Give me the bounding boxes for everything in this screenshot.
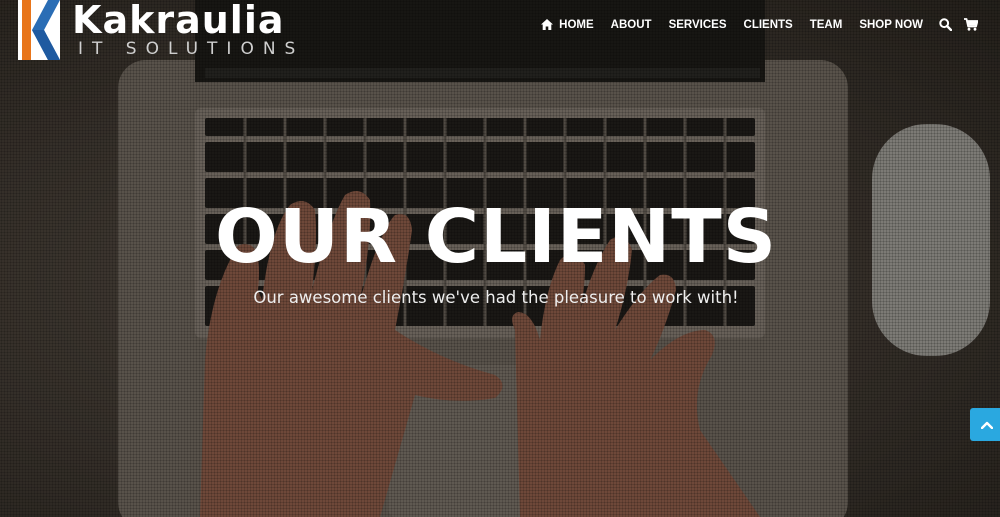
nav-services-label: SERVICES	[668, 18, 727, 31]
nav-shop-now-label: SHOP NOW	[859, 18, 923, 31]
logo-name: Kakraulia	[72, 0, 285, 42]
nav-about[interactable]: ABOUT	[611, 19, 652, 31]
nav-clients-label: CLIENTS	[743, 18, 793, 31]
main-nav: HOME ABOUT SERVICES CLIENTS TEAM SHOP NO…	[541, 18, 978, 31]
scroll-to-top-button[interactable]	[970, 408, 1000, 441]
logo-tagline: IT SOLUTIONS	[78, 39, 305, 59]
logo-mark-icon	[18, 0, 60, 60]
search-button[interactable]	[939, 18, 952, 31]
page-subtitle: Our awesome clients we've had the pleasu…	[253, 288, 739, 307]
chevron-up-icon	[981, 421, 993, 429]
home-icon	[541, 19, 554, 30]
logo[interactable]: Kakraulia IT SOLUTIONS	[18, 0, 304, 60]
nav-clients[interactable]: CLIENTS	[744, 19, 793, 31]
page-title: OUR CLIENTS	[215, 194, 777, 280]
cart-icon	[964, 18, 978, 31]
nav-home[interactable]: HOME	[541, 19, 594, 31]
nav-home-label: HOME	[559, 18, 594, 31]
nav-about-label: ABOUT	[610, 18, 652, 31]
search-icon	[939, 18, 952, 31]
nav-services[interactable]: SERVICES	[669, 19, 727, 31]
nav-team[interactable]: TEAM	[810, 19, 843, 31]
nav-shop-now[interactable]: SHOP NOW	[859, 19, 923, 31]
nav-team-label: TEAM	[809, 18, 843, 31]
cart-button[interactable]	[964, 18, 978, 31]
